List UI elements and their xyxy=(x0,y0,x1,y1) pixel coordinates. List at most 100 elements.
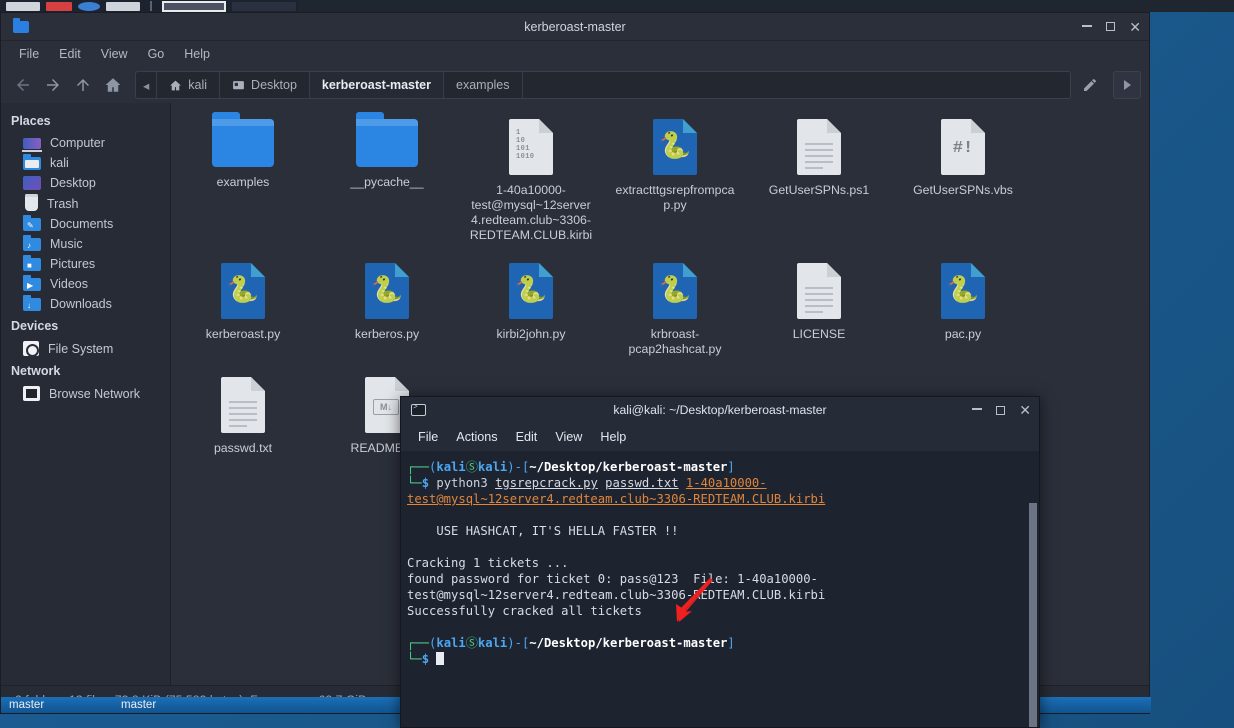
sidebar-item-computer[interactable]: Computer xyxy=(1,133,170,153)
terminal-blank-1 xyxy=(407,507,1039,523)
panel-app-red-icon[interactable] xyxy=(46,1,72,11)
panel-inactive-window-button[interactable] xyxy=(232,1,296,11)
file-label: LICENSE xyxy=(792,327,846,341)
top-panel[interactable] xyxy=(0,0,1234,12)
terminal-cursor xyxy=(436,652,445,665)
maximize-icon[interactable] xyxy=(1106,22,1116,31)
terminal-menu-edit[interactable]: Edit xyxy=(507,427,547,447)
sidebar-item-kali[interactable]: kali xyxy=(1,153,170,173)
up-arrow-icon[interactable] xyxy=(69,72,97,98)
terminal-menu-file[interactable]: File xyxy=(409,427,447,447)
cmd-script: tgsrepcrack.py xyxy=(495,476,598,490)
sidebar-item-desktop[interactable]: Desktop xyxy=(1,173,170,193)
home-icon[interactable] xyxy=(99,72,127,98)
breadcrumb-item-kerberoast-master[interactable]: kerberoast-master xyxy=(309,72,444,98)
terminal-menubar[interactable]: File Actions Edit View Help xyxy=(401,423,1039,451)
python-file-icon: 🐍 xyxy=(221,263,265,319)
terminal-input-line[interactable]: └─$ xyxy=(407,651,1039,667)
file-manager-menubar[interactable]: File Edit View Go Help xyxy=(1,41,1149,67)
terminal-close-icon[interactable]: ✕ xyxy=(1019,403,1031,417)
scrollbar-thumb[interactable] xyxy=(1029,503,1037,727)
sidebar-item-label: Trash xyxy=(47,196,79,211)
folder-icon xyxy=(356,112,418,167)
file-item-license[interactable]: LICENSE xyxy=(747,257,891,357)
file-item-getuserspns-vbs[interactable]: #! GetUserSPNs.vbs xyxy=(891,113,1035,243)
file-item-kerberoast-py[interactable]: 🐍 kerberoast.py xyxy=(171,257,315,357)
terminal-maximize-icon[interactable] xyxy=(996,405,1006,415)
file-label: kirbi2john.py xyxy=(496,327,566,341)
sidebar-item-file-system[interactable]: File System xyxy=(1,338,170,359)
terminal-output[interactable]: ┌──(kaliⓈkali)-[~/Desktop/kerberoast-mas… xyxy=(401,451,1039,727)
panel-browser-icon[interactable] xyxy=(78,1,100,11)
taskbar-item-master-1[interactable]: master xyxy=(9,699,113,711)
file-item-krbroast-pcap2hashcat-py[interactable]: 🐍 krbroast-pcap2hashcat.py xyxy=(603,257,747,357)
terminal-menu-view[interactable]: View xyxy=(546,427,591,447)
file-manager-toolbar[interactable]: ◂ kali Desktop kerberoast-master example… xyxy=(1,67,1149,103)
menu-help[interactable]: Help xyxy=(174,44,220,64)
breadcrumb-item-desktop[interactable]: Desktop xyxy=(220,72,310,98)
file-item-extractttgsrepfrompcap[interactable]: 🐍 extractttgsrepfrompcap.py xyxy=(603,113,747,243)
panel-separator xyxy=(150,1,152,11)
terminal-cracking-line: Cracking 1 tickets ... xyxy=(407,556,569,570)
taskbar-item-master-2[interactable]: master xyxy=(121,699,225,711)
python-file-icon: 🐍 xyxy=(509,263,553,319)
cmd-binary: python3 xyxy=(436,476,488,490)
close-icon[interactable]: ✕ xyxy=(1129,20,1141,34)
file-item-pycache[interactable]: __pycache__ xyxy=(315,112,459,243)
file-row-1: examples __pycache__ 1 10 101 1010 1-40a100… xyxy=(171,112,1149,243)
sidebar-item-browse-network[interactable]: Browse Network xyxy=(1,383,170,404)
breadcrumb-label: kerberoast-master xyxy=(321,78,431,92)
forward-arrow-icon[interactable] xyxy=(39,72,67,98)
breadcrumb-scroll-left[interactable]: ◂ xyxy=(136,72,158,98)
sidebar-item-documents[interactable]: ✎ Documents xyxy=(1,214,170,234)
breadcrumb-next-button[interactable] xyxy=(1113,71,1141,99)
sidebar-item-pictures[interactable]: ■ Pictures xyxy=(1,254,170,274)
file-manager-titlebar[interactable]: kerberoast-master ✕ xyxy=(1,13,1149,41)
menu-view[interactable]: View xyxy=(91,44,138,64)
sidebar-heading-devices: Devices xyxy=(11,319,59,333)
sidebar-item-downloads[interactable]: ↓ Downloads xyxy=(1,294,170,314)
breadcrumb[interactable]: ◂ kali Desktop kerberoast-master example… xyxy=(135,71,1071,99)
terminal-menu-help[interactable]: Help xyxy=(591,427,635,447)
terminal-titlebar[interactable]: kali@kali: ~/Desktop/kerberoast-master ✕ xyxy=(401,397,1039,423)
cmd-arg-wordlist: passwd.txt xyxy=(605,476,679,490)
terminal-menu-actions[interactable]: Actions xyxy=(447,427,506,447)
terminal-found-password-line: found password for ticket 0: pass@123 Fi… xyxy=(407,572,826,602)
downloads-folder-icon: ↓ xyxy=(23,294,41,311)
sidebar-item-label: Computer xyxy=(50,136,105,150)
file-label: GetUserSPNs.vbs xyxy=(913,183,1013,197)
breadcrumb-item-kali[interactable]: kali xyxy=(157,72,221,98)
folder-icon xyxy=(212,112,274,167)
file-item-passwd-txt[interactable]: passwd.txt xyxy=(171,371,315,456)
menu-edit[interactable]: Edit xyxy=(49,44,91,64)
python-file-icon: 🐍 xyxy=(941,263,985,319)
panel-window-button-2[interactable] xyxy=(106,1,140,11)
file-item-pac-py[interactable]: 🐍 pac.py xyxy=(891,257,1035,357)
sidebar-item-videos[interactable]: ▶ Videos xyxy=(1,274,170,294)
sidebar-item-music[interactable]: ♪ Music xyxy=(1,234,170,254)
panel-window-button-1[interactable] xyxy=(6,1,40,11)
terminal-title: kali@kali: ~/Desktop/kerberoast-master xyxy=(613,403,827,417)
file-item-kirbi2john-py[interactable]: 🐍 kirbi2john.py xyxy=(459,257,603,357)
sidebar-item-trash[interactable]: Trash xyxy=(1,193,170,214)
file-item-examples[interactable]: examples xyxy=(171,112,315,243)
trash-icon xyxy=(25,194,38,211)
file-item-getuserspns-ps1[interactable]: GetUserSPNs.ps1 xyxy=(747,113,891,243)
minimize-icon[interactable] xyxy=(1082,24,1093,27)
terminal-minimize-icon[interactable] xyxy=(972,408,983,410)
back-arrow-icon[interactable] xyxy=(9,72,37,98)
breadcrumb-item-examples[interactable]: examples xyxy=(444,72,523,98)
prompt-host: kali xyxy=(477,636,508,650)
terminal-window: kali@kali: ~/Desktop/kerberoast-master ✕… xyxy=(400,396,1040,728)
panel-active-window-button[interactable] xyxy=(162,0,226,12)
file-item-kerberos-py[interactable]: 🐍 kerberos.py xyxy=(315,257,459,357)
menu-file[interactable]: File xyxy=(9,44,49,64)
pencil-icon[interactable] xyxy=(1073,77,1107,93)
terminal-blank-2 xyxy=(407,539,1039,555)
file-manager-title: kerberoast-master xyxy=(524,19,626,34)
terminal-scrollbar[interactable] xyxy=(1029,503,1037,727)
file-item-kirbi[interactable]: 1 10 101 1010 1-40a10000-test@mysql~12serve… xyxy=(459,113,603,243)
file-label: pac.py xyxy=(944,327,982,341)
menu-go[interactable]: Go xyxy=(138,44,175,64)
sidebar-item-label: Downloads xyxy=(50,297,112,311)
